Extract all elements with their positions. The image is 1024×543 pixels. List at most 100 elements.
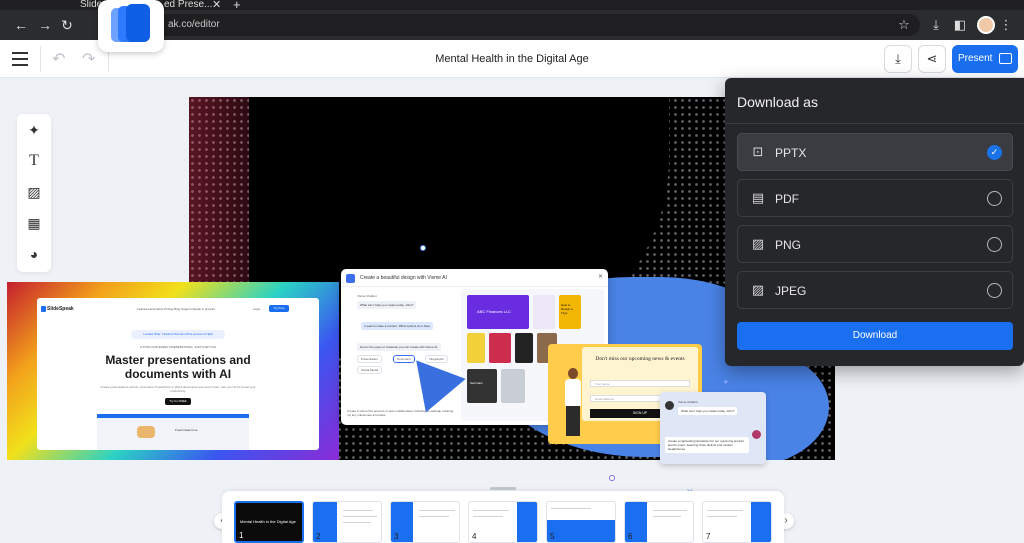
radio-unchecked-icon[interactable] bbox=[987, 283, 1002, 298]
template-tile: ABC Finances LLC bbox=[467, 295, 529, 329]
present-button[interactable]: Present bbox=[952, 45, 1018, 73]
person-illustration bbox=[560, 368, 586, 438]
tile-label: How to Design a Flyer bbox=[561, 303, 573, 315]
presentation-icon bbox=[999, 53, 1012, 64]
slide-thumbnail[interactable]: 6 bbox=[624, 501, 694, 543]
option-label: PPTX bbox=[775, 146, 807, 160]
download-button[interactable]: ⤓ bbox=[884, 45, 912, 73]
download-panel: Download as ⊡ PPTX ✓ ▤ PDF ▨ PNG ▨ JPEG … bbox=[725, 78, 1024, 366]
template-tile bbox=[501, 369, 525, 403]
mock-offer-pill: Limited Offer: Lifetime Premium Plus acc… bbox=[131, 330, 225, 339]
download-confirm-button[interactable]: Download bbox=[737, 322, 1013, 350]
mock-kicker: A TOOL FOR EVERY PRESENTATION, JUST FOR … bbox=[140, 345, 216, 349]
download-icon[interactable]: ⤓ bbox=[928, 17, 944, 33]
forward-icon[interactable]: → bbox=[36, 16, 54, 34]
template-tile bbox=[467, 333, 485, 363]
download-option-pdf[interactable]: ▤ PDF bbox=[737, 179, 1013, 217]
mock-try-button: Try for FREE bbox=[165, 398, 191, 405]
website-screenshot-image[interactable]: SlideSpeak Features Enterprise Pricing B… bbox=[7, 282, 339, 460]
mock-cta: Try Free bbox=[269, 305, 289, 312]
slide-number: 7 bbox=[706, 532, 711, 541]
thumbnail-drawer-handle[interactable] bbox=[490, 487, 516, 490]
download-option-jpeg[interactable]: ▨ JPEG bbox=[737, 271, 1013, 309]
mock-brand: SlideSpeak bbox=[47, 306, 74, 312]
left-toolbar: ✦ T ▨ ▦ ◕ bbox=[17, 114, 51, 272]
document-icon: ▤ bbox=[751, 190, 765, 205]
reload-icon[interactable]: ↻ bbox=[58, 16, 76, 34]
bookmark-star-icon[interactable]: ☆ bbox=[896, 17, 912, 33]
chip: Presentation bbox=[357, 355, 382, 363]
slide-thumbnails: Mental Health in the Digital Age 1 2 3 4… bbox=[222, 491, 784, 543]
image-ai-icon[interactable]: ▨ bbox=[24, 182, 44, 202]
mock-body: Create presentations with AI, summarize … bbox=[100, 385, 256, 393]
chat-message: What can I help you create today, John? bbox=[357, 301, 417, 309]
text-tool-icon[interactable]: T bbox=[24, 151, 44, 171]
food-image bbox=[137, 426, 155, 438]
rotate-handle[interactable] bbox=[420, 245, 426, 251]
presentation-title[interactable]: Mental Health in the Digital Age bbox=[0, 53, 1024, 65]
mock-preview: Fresh ideas here bbox=[97, 414, 249, 450]
slide-number: 1 bbox=[239, 531, 244, 540]
user-avatar bbox=[752, 430, 761, 439]
chat-message: I need to make a content. What options d… bbox=[361, 322, 434, 330]
chip: Document bbox=[393, 355, 415, 363]
mock-headline: Master presentations and documents with … bbox=[105, 353, 251, 381]
slide-number: 2 bbox=[316, 532, 321, 541]
new-tab-icon[interactable]: + bbox=[233, 0, 241, 11]
radio-unchecked-icon[interactable] bbox=[987, 237, 1002, 252]
slide-number: 6 bbox=[628, 532, 633, 541]
card-title: Create a beautiful design with Visme AI bbox=[360, 275, 447, 281]
mock-login: Login bbox=[253, 307, 261, 311]
tile-label: Seminars bbox=[470, 381, 483, 385]
chatbot-card-image[interactable]: Visme Chatbot What can I help you create… bbox=[660, 392, 766, 464]
image-icon: ▨ bbox=[751, 282, 765, 297]
ai-sparkle-icon[interactable]: ✦ bbox=[24, 120, 44, 140]
side-panel-icon[interactable]: ◧ bbox=[952, 17, 968, 33]
divider bbox=[725, 123, 1024, 124]
download-option-png[interactable]: ▨ PNG bbox=[737, 225, 1013, 263]
app-logo-icon bbox=[98, 0, 164, 52]
chip: Social Media bbox=[357, 366, 383, 374]
user-reply: Create a captivating Newsletter for our … bbox=[665, 437, 749, 453]
profile-avatar[interactable] bbox=[977, 16, 995, 34]
option-label: PNG bbox=[775, 238, 802, 252]
present-label: Present bbox=[958, 53, 993, 64]
slide-thumbnail[interactable]: 3 bbox=[390, 501, 460, 543]
option-label: JPEG bbox=[775, 284, 807, 298]
browser-menu-icon[interactable]: ⋮ bbox=[998, 17, 1014, 33]
mock-preview-text: Fresh ideas here bbox=[175, 428, 198, 432]
back-icon[interactable]: ← bbox=[12, 16, 30, 34]
newsletter-title: Don't miss our upcoming news & events bbox=[595, 356, 685, 362]
chat-prompt: Create a Visme Pro account or team colla… bbox=[347, 409, 454, 417]
selection-handle[interactable] bbox=[609, 475, 615, 481]
radio-checked-icon[interactable]: ✓ bbox=[987, 145, 1002, 160]
mock-nav: Features Enterprise Pricing Blog Support… bbox=[137, 307, 215, 311]
template-tile: Seminars bbox=[467, 369, 497, 403]
chatbot-name: Visme Chatbot bbox=[678, 400, 698, 404]
table-icon[interactable]: ▦ bbox=[24, 213, 44, 233]
slide-number: 5 bbox=[550, 532, 555, 541]
template-tile: How to Design a Flyer bbox=[559, 295, 581, 329]
download-panel-title: Download as bbox=[737, 94, 818, 110]
download-option-pptx[interactable]: ⊡ PPTX ✓ bbox=[737, 133, 1013, 171]
slide-thumbnail[interactable]: Mental Health in the Digital Age 1 bbox=[234, 501, 304, 543]
slide-thumbnail[interactable]: 7 bbox=[702, 501, 772, 543]
tile-label: ABC Finances LLC bbox=[477, 309, 512, 314]
template-tile bbox=[515, 333, 533, 363]
close-tab-icon[interactable]: ✕ bbox=[212, 0, 221, 11]
slide-thumbnail[interactable]: 5 bbox=[546, 501, 616, 543]
thumbnail-title: Mental Health in the Digital Age bbox=[240, 519, 296, 524]
option-label: PDF bbox=[775, 192, 799, 206]
share-button[interactable]: ⋖ bbox=[918, 45, 946, 73]
template-tile bbox=[533, 295, 555, 329]
presentation-icon: ⊡ bbox=[752, 144, 764, 159]
address-bar[interactable]: ak.co/editor bbox=[112, 14, 920, 36]
image-icon: ▨ bbox=[751, 236, 765, 251]
slide-thumbnail[interactable]: 4 bbox=[468, 501, 538, 543]
radio-unchecked-icon[interactable] bbox=[987, 191, 1002, 206]
browser-tab[interactable]: ed Prese... bbox=[164, 0, 212, 12]
app-icon bbox=[346, 274, 355, 283]
slide-thumbnail[interactable]: 2 bbox=[312, 501, 382, 543]
palette-icon[interactable]: ◕ bbox=[24, 244, 44, 264]
template-tile bbox=[489, 333, 511, 363]
